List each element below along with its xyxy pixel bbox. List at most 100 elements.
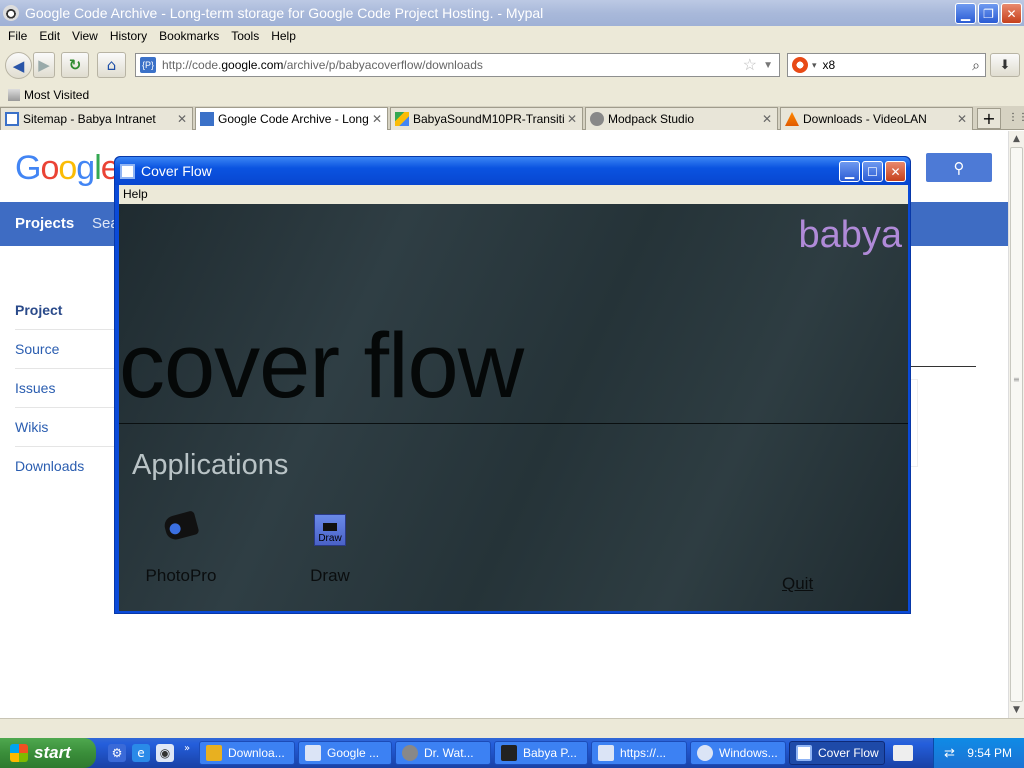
minimize-button[interactable]: ▁: [955, 3, 976, 24]
taskbar-item-label: Windows...: [719, 746, 778, 760]
menu-view[interactable]: View: [66, 29, 104, 43]
menu-tools[interactable]: Tools: [225, 29, 265, 43]
cover-flow-title-bar[interactable]: Cover Flow ▁ ☐ ✕: [115, 157, 910, 185]
close-button[interactable]: ✕: [1001, 3, 1022, 24]
tab-strip: Sitemap - Babya Intranet ✕ Google Code A…: [0, 106, 1024, 130]
reload-button[interactable]: ↻: [61, 52, 89, 78]
dialog-menu-bar: Help: [119, 185, 908, 204]
taskbar-item[interactable]: Windows...: [690, 741, 786, 765]
tab-close-icon[interactable]: ✕: [372, 112, 382, 126]
scroll-down-icon[interactable]: ▼: [1009, 702, 1024, 718]
sidenav-downloads[interactable]: Downloads: [15, 447, 115, 486]
bookmark-star-icon[interactable]: ☆: [743, 55, 757, 75]
sitemap-favicon: [5, 112, 19, 126]
tab-videolan[interactable]: Downloads - VideoLAN ✕: [780, 107, 973, 130]
cover-flow-title: Cover Flow: [141, 163, 212, 179]
downloads-button[interactable]: ⬇: [990, 53, 1020, 77]
taskbar-item[interactable]: https://...: [591, 741, 687, 765]
dialog-maximize-button[interactable]: ☐: [862, 161, 883, 182]
app-photopro[interactable]: PhotoPro: [131, 510, 231, 586]
bookmark-most-visited[interactable]: Most Visited: [24, 88, 89, 102]
bookmarks-toolbar: Most Visited: [0, 84, 1024, 106]
quicklaunch-network-icon[interactable]: ⚙: [108, 744, 126, 762]
search-engine-icon[interactable]: [792, 57, 808, 73]
google-logo[interactable]: Google: [15, 149, 120, 188]
window-app-icon: [120, 163, 135, 179]
draw-icon: Draw: [313, 514, 347, 548]
tab-google-code[interactable]: Google Code Archive - Long-t... ✕: [195, 107, 388, 130]
back-button[interactable]: ◀: [5, 52, 32, 79]
engine-dropdown-icon[interactable]: ▾: [812, 60, 817, 71]
dialog-close-button[interactable]: ✕: [885, 161, 906, 182]
tab-label: BabyaSoundM10PR-Transitio...: [413, 112, 564, 126]
tab-close-icon[interactable]: ✕: [762, 112, 772, 126]
tab-list-icon[interactable]: ⋮⋮: [1008, 112, 1024, 123]
logo-letter: o: [40, 149, 59, 187]
taskbar-item-active[interactable]: Cover Flow: [789, 741, 885, 765]
mypal-app-icon[interactable]: [3, 5, 19, 21]
search-input[interactable]: x8: [823, 58, 836, 72]
quicklaunch-overflow-icon[interactable]: »: [178, 740, 196, 758]
scroll-up-icon[interactable]: ▲: [1009, 131, 1024, 147]
cover-flow-body: babya cover flow Applications PhotoPro D…: [119, 204, 908, 611]
scrollbar-thumb[interactable]: [1010, 147, 1023, 702]
menu-bookmarks[interactable]: Bookmarks: [153, 29, 225, 43]
quit-button[interactable]: Quit: [782, 574, 813, 594]
tab-close-icon[interactable]: ✕: [567, 112, 577, 126]
menu-help[interactable]: Help: [265, 29, 302, 43]
url-bar[interactable]: {P} http://code. google.com/archive/p/bab…: [135, 53, 780, 77]
dr-watson-icon: [402, 745, 418, 761]
search-icon[interactable]: ⌕: [972, 57, 980, 74]
clock[interactable]: 9:54 PM: [967, 746, 1012, 760]
mypal-icon: [598, 745, 614, 761]
taskbar-item[interactable]: Babya P...: [494, 741, 588, 765]
forward-button[interactable]: ▶: [33, 52, 55, 78]
camera-icon: [162, 510, 200, 548]
new-tab-button[interactable]: +: [977, 108, 1001, 129]
sidenav-project[interactable]: Project: [15, 291, 115, 330]
url-domain: google.com: [221, 58, 284, 72]
app-draw[interactable]: Draw Draw: [280, 514, 380, 586]
vlc-cone-favicon: [785, 112, 799, 126]
site-identity-icon[interactable]: {P}: [140, 57, 156, 73]
tab-sitemap[interactable]: Sitemap - Babya Intranet ✕: [0, 107, 193, 130]
tab-close-icon[interactable]: ✕: [177, 112, 187, 126]
search-bar[interactable]: ▾ x8 ⌕: [787, 53, 986, 77]
folder-icon: [8, 89, 20, 101]
arrow-right-icon: ▶: [38, 56, 50, 74]
url-dropdown-icon[interactable]: ▼: [763, 60, 773, 71]
tab-close-icon[interactable]: ✕: [957, 112, 967, 126]
tab-modpack-studio[interactable]: Modpack Studio ✕: [585, 107, 778, 130]
nav-projects[interactable]: Projects: [15, 215, 74, 232]
tab-label: Downloads - VideoLAN: [803, 112, 927, 126]
menu-file[interactable]: File: [2, 29, 33, 43]
network-tray-icon[interactable]: ⇄: [944, 745, 960, 761]
logo-letter: o: [58, 149, 77, 187]
menu-edit[interactable]: Edit: [33, 29, 66, 43]
taskbar-item[interactable]: Google ...: [298, 741, 392, 765]
browser-window-title: Google Code Archive - Long-term storage …: [25, 5, 544, 21]
tab-babya-sound[interactable]: BabyaSoundM10PR-Transitio... ✕: [390, 107, 583, 130]
sidenav-source[interactable]: Source: [15, 330, 115, 369]
maximize-button[interactable]: ❐: [978, 3, 999, 24]
menu-history[interactable]: History: [104, 29, 153, 43]
home-button[interactable]: ⌂: [97, 52, 126, 78]
google-search-button[interactable]: ⚲: [926, 153, 992, 182]
heading-divider: [119, 423, 908, 424]
quicklaunch-ie-icon[interactable]: e: [132, 744, 150, 762]
tab-label: Modpack Studio: [608, 112, 695, 126]
quicklaunch-media-icon[interactable]: ◉: [156, 744, 174, 762]
google-code-favicon: [200, 112, 214, 126]
navigation-toolbar: ◀ ▶ ↻ ⌂ {P} http://code. google.com/archi…: [0, 46, 1024, 84]
keyboard-icon[interactable]: [893, 745, 913, 761]
taskbar-item[interactable]: Downloa...: [199, 741, 295, 765]
sidenav-wikis[interactable]: Wikis: [15, 408, 115, 447]
logo-letter: g: [76, 149, 95, 187]
page-scrollbar[interactable]: ▲ ≡ ▼: [1008, 131, 1024, 718]
dialog-minimize-button[interactable]: ▁: [839, 161, 860, 182]
sidenav-issues[interactable]: Issues: [15, 369, 115, 408]
start-button[interactable]: start: [0, 738, 96, 768]
taskbar-item[interactable]: Dr. Wat...: [395, 741, 491, 765]
dialog-menu-help[interactable]: Help: [123, 187, 148, 201]
url-prefix: http://code.: [162, 58, 222, 72]
